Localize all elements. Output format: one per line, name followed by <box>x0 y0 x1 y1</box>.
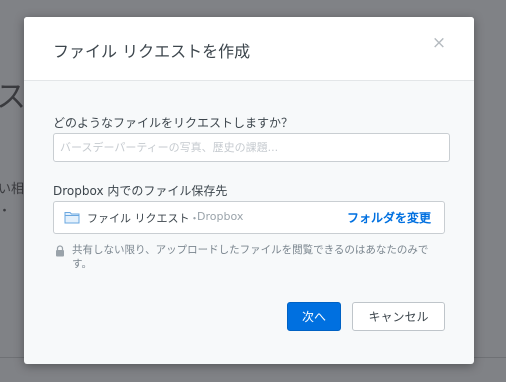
privacy-notice: 共有しない限り、アップロードしたファイルを閲覧できるのはあなたのみです。 <box>72 244 429 270</box>
background-heading-fragment: ス <box>0 80 26 115</box>
destination-folder-field: ファイル リクエスト ・ Dropbox フォルダを変更 <box>53 201 445 234</box>
root-folder-name: Dropbox <box>197 210 244 223</box>
request-title-label: どのようなファイルをリクエストしますか？ <box>53 116 294 130</box>
lock-icon <box>56 245 64 257</box>
change-folder-link[interactable]: フォルダを変更 <box>347 209 431 226</box>
destination-label: Dropbox 内でのファイル保存先 <box>53 184 228 198</box>
close-button[interactable]: × <box>431 33 447 53</box>
close-icon: × <box>431 33 447 53</box>
next-button[interactable]: 次へ <box>287 302 341 331</box>
cancel-button[interactable]: キャンセル <box>352 302 445 331</box>
background-text-fragment: い相 <box>0 182 25 197</box>
file-request-dialog: ファイル リクエストを作成 × どのようなファイルをリクエストしますか？ Dro… <box>24 17 474 364</box>
folder-name: ファイル リクエスト <box>87 212 190 225</box>
request-title-input[interactable] <box>53 133 450 162</box>
background-text-fragment: ・ <box>0 200 11 219</box>
folder-icon <box>64 212 80 224</box>
dialog-header: ファイル リクエストを作成 × <box>24 17 474 81</box>
dialog-title: ファイル リクエストを作成 <box>53 42 251 61</box>
